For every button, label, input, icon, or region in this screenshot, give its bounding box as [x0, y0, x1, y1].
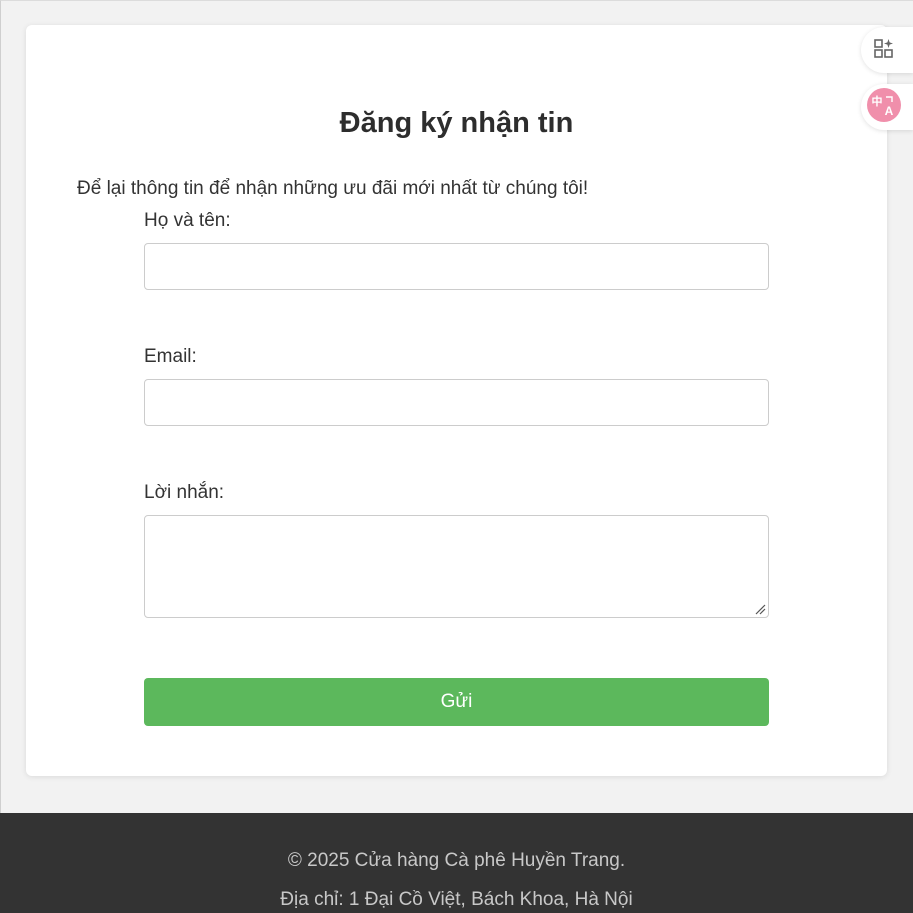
footer-address: Địa chỉ: 1 Đại Cồ Việt, Bách Khoa, Hà Nộ… [280, 889, 633, 910]
page-title: Đăng ký nhận tin [339, 107, 574, 139]
name-input[interactable] [144, 243, 769, 290]
apps-sidebar-button[interactable] [861, 27, 913, 73]
footer-copyright: © 2025 Cửa hàng Cà phê Huyền Trang. [287, 850, 626, 871]
email-input[interactable] [144, 379, 769, 426]
svg-text:A: A [885, 104, 894, 118]
message-label: Lời nhắn: [144, 482, 225, 503]
intro-text: Để lại thông tin để nhận những ưu đãi mớ… [77, 178, 589, 199]
svg-text:中: 中 [872, 94, 883, 108]
footer: © 2025 Cửa hàng Cà phê Huyền Trang. Địa … [0, 813, 913, 913]
resize-handle-icon[interactable] [755, 604, 766, 615]
translate-sidebar-button[interactable]: 中 A [861, 84, 913, 130]
message-textarea[interactable] [144, 515, 769, 618]
name-label: Họ và tên: [144, 210, 231, 231]
apps-sparkle-icon [873, 37, 895, 64]
translate-icon: 中 A [867, 87, 901, 127]
submit-button[interactable]: Gửi [144, 678, 769, 726]
email-label: Email: [144, 346, 197, 367]
